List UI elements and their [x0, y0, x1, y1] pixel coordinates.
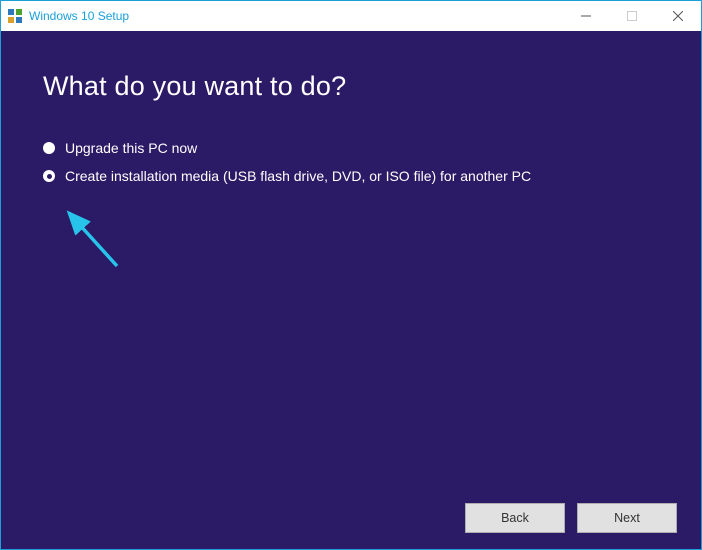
radio-icon	[43, 142, 55, 154]
maximize-button	[609, 1, 655, 31]
footer: Back Next	[1, 487, 701, 549]
window-controls	[563, 1, 701, 31]
close-button[interactable]	[655, 1, 701, 31]
back-button[interactable]: Back	[465, 503, 565, 533]
app-icon	[7, 8, 23, 24]
radio-icon	[43, 170, 55, 182]
window-title: Windows 10 Setup	[29, 9, 563, 23]
option-upgrade[interactable]: Upgrade this PC now	[43, 140, 659, 156]
content-area: What do you want to do? Upgrade this PC …	[1, 31, 701, 487]
options-radio-group: Upgrade this PC now Create installation …	[43, 140, 659, 184]
setup-window: Windows 10 Setup What do you want to do?…	[0, 0, 702, 550]
option-create-media[interactable]: Create installation media (USB flash dri…	[43, 168, 659, 184]
annotation-arrow-icon	[57, 201, 137, 281]
option-label: Upgrade this PC now	[65, 140, 197, 156]
page-heading: What do you want to do?	[43, 71, 659, 102]
minimize-button[interactable]	[563, 1, 609, 31]
titlebar: Windows 10 Setup	[1, 1, 701, 31]
option-label: Create installation media (USB flash dri…	[65, 168, 531, 184]
next-button[interactable]: Next	[577, 503, 677, 533]
